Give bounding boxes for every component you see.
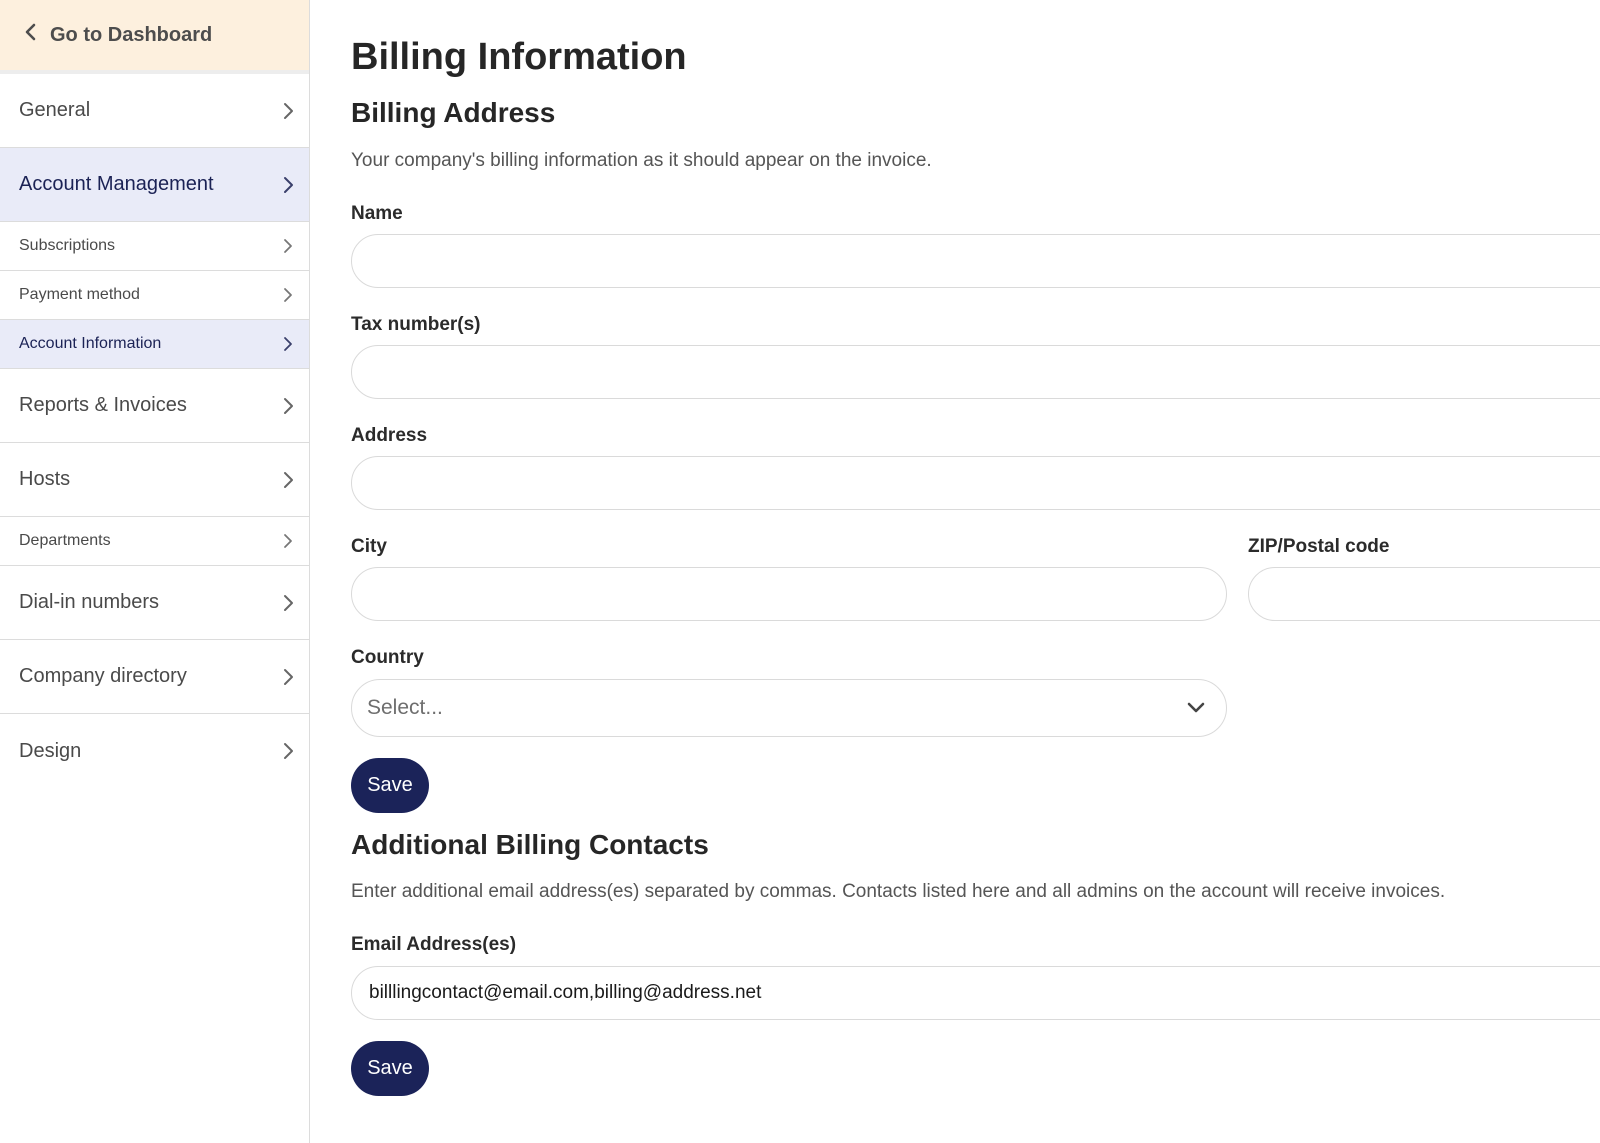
chevron-right-icon [284,176,293,193]
settings-sidebar: Go to Dashboard General Account Manageme… [0,0,310,1143]
chevron-right-icon [284,471,293,488]
go-to-dashboard-label: Go to Dashboard [50,23,213,46]
tax-number-input[interactable] [351,345,1600,399]
sidebar-item-label: Subscriptions [19,237,116,254]
chevron-right-icon [284,397,293,414]
sidebar-item-design[interactable]: Design [0,714,309,788]
zip-input[interactable] [1248,567,1600,621]
sidebar-item-label: Payment method [19,286,140,303]
save-contacts-button[interactable]: Save [351,1041,429,1096]
sidebar-item-label: Design [19,739,82,762]
sidebar-item-dial-in-numbers[interactable]: Dial-in numbers [0,566,309,640]
sidebar-item-label: Company directory [19,665,187,687]
country-select[interactable]: Select... [351,679,1227,737]
sidebar-item-payment-method[interactable]: Payment method [0,271,309,320]
chevron-right-icon [284,594,293,611]
email-addresses-label: Email Address(es) [351,934,517,955]
address-label: Address [351,425,428,446]
tax-number-label: Tax number(s) [351,314,481,335]
billing-address-title: Billing Address [351,97,556,128]
chevron-left-icon [24,23,46,47]
chevron-right-icon [284,337,292,351]
address-input[interactable] [351,456,1600,510]
sidebar-item-label: Dial-in numbers [19,591,160,613]
sidebar-item-general[interactable]: General [0,74,309,148]
sidebar-item-label: General [19,99,91,121]
zip-label: ZIP/Postal code [1248,536,1390,557]
sidebar-item-label: Account Management [19,173,214,195]
sidebar-item-account-information[interactable]: Account Information [0,320,309,369]
billing-main: Billing Information Billing Address Your… [351,0,1600,1143]
chevron-right-icon [284,668,293,685]
sidebar-item-departments[interactable]: Departments [0,517,309,566]
chevron-right-icon [284,102,293,119]
chevron-right-icon [284,239,292,253]
sidebar-item-hosts[interactable]: Hosts [0,443,309,517]
email-addresses-input[interactable] [351,966,1600,1020]
name-input[interactable] [351,234,1600,288]
chevron-right-icon [284,288,292,302]
city-input[interactable] [351,567,1227,621]
billing-address-description: Your company's billing information as it… [351,150,932,171]
page-title: Billing Information [351,36,687,78]
sidebar-item-reports-invoices[interactable]: Reports & Invoices [0,369,309,443]
city-label: City [351,536,387,557]
additional-contacts-title: Additional Billing Contacts [351,829,709,860]
chevron-down-icon [1187,702,1205,713]
sidebar-item-label: Hosts [19,468,71,490]
sidebar-item-label: Reports & Invoices [19,394,187,416]
save-billing-address-button[interactable]: Save [351,758,429,813]
sidebar-item-subscriptions[interactable]: Subscriptions [0,222,309,271]
sidebar-item-company-directory[interactable]: Company directory [0,640,309,714]
name-label: Name [351,203,403,224]
sidebar-item-account-management[interactable]: Account Management [0,148,309,222]
go-to-dashboard-link[interactable]: Go to Dashboard [0,0,309,74]
country-label: Country [351,647,424,668]
chevron-right-icon [284,534,292,548]
chevron-right-icon [284,743,293,759]
sidebar-item-label: Account Information [19,335,162,352]
additional-contacts-description: Enter additional email address(es) separ… [351,881,1446,902]
sidebar-item-label: Departments [19,532,111,549]
country-select-value: Select... [367,696,443,719]
